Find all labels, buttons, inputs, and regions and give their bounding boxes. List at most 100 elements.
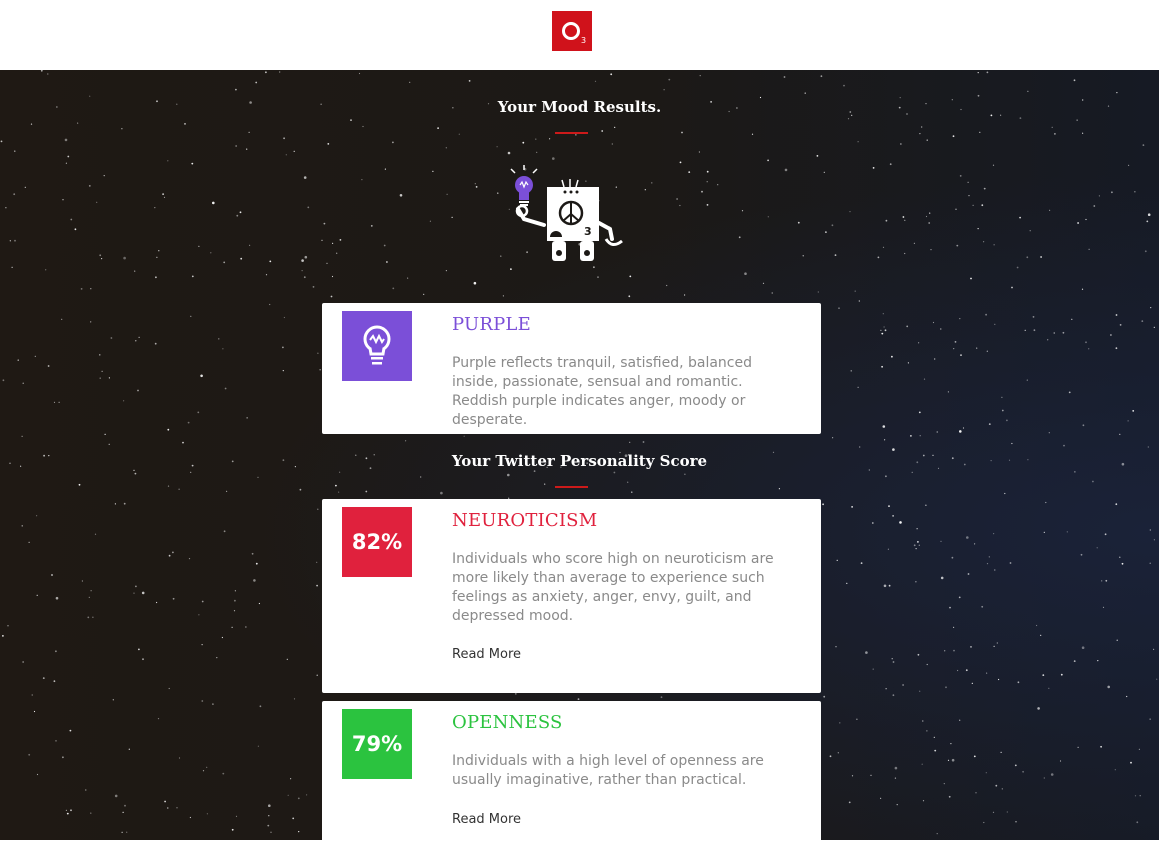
star <box>767 159 769 162</box>
star <box>883 326 885 328</box>
star <box>684 473 686 475</box>
star <box>112 699 114 701</box>
star <box>234 599 236 602</box>
star <box>201 644 203 646</box>
score-badge: 82% <box>342 507 412 577</box>
star <box>28 541 30 543</box>
star <box>198 614 200 616</box>
star <box>679 204 681 207</box>
star <box>257 745 259 747</box>
star <box>306 794 308 796</box>
star <box>1147 213 1151 216</box>
star <box>663 89 665 91</box>
star <box>1107 685 1110 689</box>
mood-title-divider <box>555 132 588 134</box>
star <box>847 118 850 120</box>
star <box>955 208 957 210</box>
star <box>365 490 368 493</box>
star <box>910 435 912 437</box>
star <box>270 831 272 833</box>
read-more-link[interactable]: Read More <box>452 811 521 829</box>
star <box>1116 92 1118 94</box>
star <box>977 72 979 74</box>
star <box>30 123 33 125</box>
star <box>191 275 194 278</box>
star <box>188 558 191 560</box>
star <box>122 811 124 814</box>
star <box>167 807 169 809</box>
star <box>684 294 686 296</box>
star <box>887 548 890 550</box>
star <box>246 417 248 419</box>
star <box>900 143 902 145</box>
star <box>66 812 69 815</box>
star <box>959 430 962 433</box>
star <box>0 140 3 143</box>
star <box>919 133 921 135</box>
star <box>738 236 741 239</box>
star <box>138 336 140 338</box>
star <box>892 661 895 663</box>
star <box>90 321 92 323</box>
star <box>1068 391 1071 394</box>
o3-logo[interactable]: 3 <box>552 11 592 51</box>
star <box>62 199 64 201</box>
mood-result-card: PURPLE Purple reflects tranquil, satisfi… <box>322 303 821 434</box>
star <box>1029 230 1031 232</box>
star <box>231 828 234 831</box>
star <box>445 270 447 272</box>
star <box>872 668 874 670</box>
star <box>74 228 77 231</box>
star <box>141 591 145 595</box>
star <box>1062 331 1065 334</box>
star <box>384 168 386 170</box>
star <box>235 88 237 91</box>
star <box>440 491 443 495</box>
star <box>967 573 970 575</box>
star <box>94 533 97 535</box>
star <box>973 755 976 758</box>
star <box>871 522 874 524</box>
star <box>246 148 248 150</box>
star <box>101 370 103 372</box>
star <box>1032 316 1035 318</box>
star <box>986 563 989 565</box>
star <box>985 313 987 316</box>
star <box>99 377 101 379</box>
star <box>804 92 806 94</box>
star <box>994 569 996 571</box>
star <box>597 276 599 278</box>
robot-number-label: 3 <box>584 225 592 238</box>
star <box>14 239 16 242</box>
star <box>1132 410 1135 412</box>
star <box>268 815 270 817</box>
star <box>234 590 236 592</box>
star <box>613 471 616 474</box>
star <box>891 355 893 358</box>
star <box>751 133 754 135</box>
star <box>902 216 905 218</box>
star <box>983 187 986 190</box>
star <box>301 259 304 262</box>
star <box>64 138 68 142</box>
star <box>65 809 67 812</box>
star <box>239 211 242 214</box>
star <box>61 318 63 320</box>
star <box>172 597 175 600</box>
star <box>134 270 136 272</box>
star <box>1077 746 1079 749</box>
star <box>993 533 995 535</box>
star <box>47 73 49 75</box>
star <box>1000 751 1002 754</box>
star <box>224 387 227 390</box>
star <box>303 276 306 279</box>
star <box>926 139 928 141</box>
star <box>55 740 57 742</box>
star <box>123 400 125 402</box>
star <box>269 303 271 306</box>
read-more-link[interactable]: Read More <box>452 646 521 664</box>
star <box>1088 348 1090 350</box>
star <box>283 316 285 319</box>
star <box>293 150 295 152</box>
trait-card-openness: 79% OPENNESS Individuals with a high lev… <box>322 701 821 851</box>
